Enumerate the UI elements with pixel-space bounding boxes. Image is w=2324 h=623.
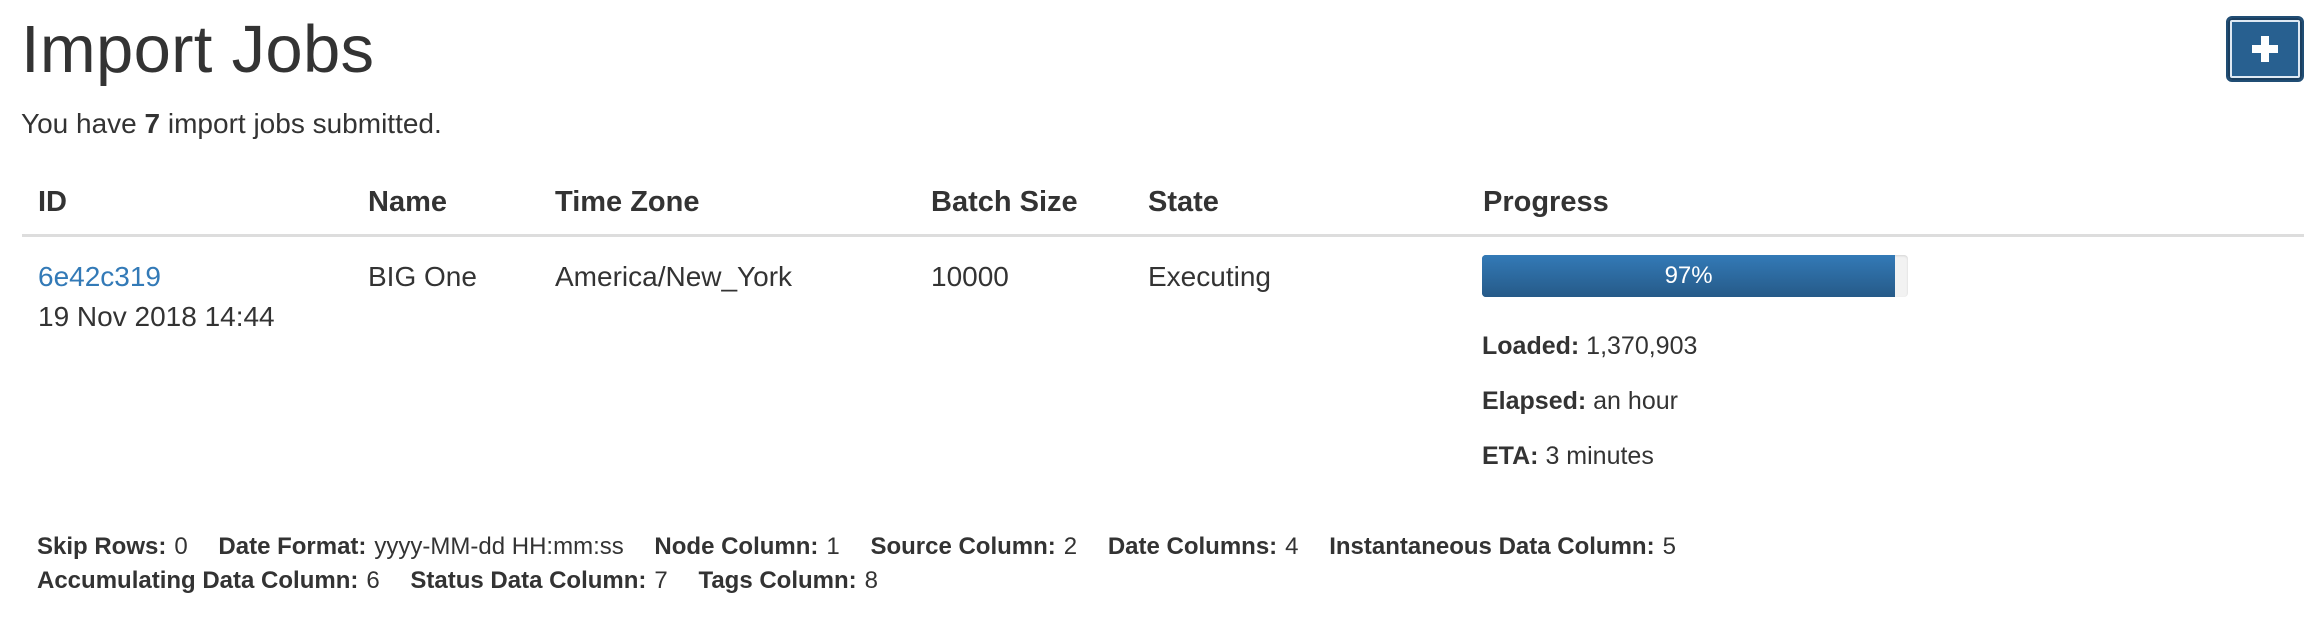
header-batch-size: Batch Size bbox=[931, 186, 1078, 218]
skip-rows-label: Skip Rows: bbox=[37, 533, 167, 560]
job-id-link[interactable]: 6e42c319 bbox=[38, 261, 161, 292]
job-timezone: America/New_York bbox=[555, 261, 793, 292]
loaded-label: Loaded: bbox=[1482, 332, 1580, 360]
accumulating-value: 6 bbox=[366, 567, 380, 594]
eta-label: ETA: bbox=[1482, 442, 1539, 470]
date-columns-value: 4 bbox=[1285, 533, 1299, 560]
eta-value: 3 minutes bbox=[1545, 442, 1654, 470]
date-columns-label: Date Columns: bbox=[1107, 533, 1278, 560]
instantaneous-data-column: Instantaneous Data Column: 5 bbox=[1329, 533, 1676, 560]
status-value: 7 bbox=[654, 567, 668, 594]
date-format-label: Date Format: bbox=[218, 533, 367, 560]
page-title: Import Jobs bbox=[21, 12, 375, 87]
job-progress-bar: 97% bbox=[1482, 255, 1908, 297]
loaded-value: 1,370,903 bbox=[1586, 332, 1698, 360]
job-loaded: Loaded: 1,370,903 bbox=[1482, 329, 1697, 363]
accumulating-label: Accumulating Data Column: bbox=[37, 567, 359, 594]
date-columns: Date Columns: 4 bbox=[1108, 533, 1299, 560]
header-state: State bbox=[1148, 186, 1219, 218]
header-timezone: Time Zone bbox=[555, 186, 700, 218]
source-column-value: 2 bbox=[1063, 533, 1078, 560]
header-progress: Progress bbox=[1483, 186, 1609, 218]
source-column-label: Source Column: bbox=[870, 533, 1056, 560]
job-config-details: Skip Rows: 0 Date Format: yyyy-MM-dd HH:mm… bbox=[37, 530, 2297, 598]
summary-suffix: import jobs submitted. bbox=[160, 108, 442, 139]
skip-rows-value: 0 bbox=[174, 533, 188, 560]
date-format: Date Format: yyyy-MM-dd HH:mm:ss bbox=[218, 533, 623, 560]
header-id: ID bbox=[38, 186, 67, 218]
tags-column: Tags Column: 8 bbox=[698, 567, 878, 594]
skip-rows: Skip Rows: 0 bbox=[37, 533, 188, 560]
tags-label: Tags Column: bbox=[698, 567, 857, 594]
header-name: Name bbox=[368, 186, 447, 218]
config-line-1: Skip Rows: 0 Date Format: yyyy-MM-dd HH:mm… bbox=[37, 530, 2297, 564]
add-import-job-button[interactable] bbox=[2226, 16, 2304, 82]
elapsed-label: Elapsed: bbox=[1482, 387, 1587, 415]
status-data-column: Status Data Column: 7 bbox=[410, 567, 667, 594]
config-line-2: Accumulating Data Column: 6 Status Data C… bbox=[37, 564, 2297, 598]
job-name: BIG One bbox=[368, 261, 477, 292]
date-format-value: yyyy-MM-dd HH:mm:ss bbox=[374, 533, 624, 560]
job-submitted-date: 19 Nov 2018 14:44 bbox=[38, 301, 275, 332]
accumulating-data-column: Accumulating Data Column: 6 bbox=[37, 567, 380, 594]
instantaneous-label: Instantaneous Data Column: bbox=[1329, 533, 1655, 560]
job-batch-size: 10000 bbox=[931, 261, 1009, 292]
node-column-label: Node Column: bbox=[654, 533, 819, 560]
table-row: 6e42c319 19 Nov 2018 14:44 BIG One Ameri… bbox=[22, 237, 2304, 487]
table-header: ID Name Time Zone Batch Size State Progr… bbox=[22, 172, 2304, 237]
plus-icon bbox=[2252, 36, 2278, 62]
source-column: Source Column: 2 bbox=[870, 533, 1077, 560]
job-eta: ETA: 3 minutes bbox=[1482, 439, 1654, 473]
tags-value: 8 bbox=[864, 567, 879, 594]
node-column: Node Column: 1 bbox=[654, 533, 839, 560]
status-label: Status Data Column: bbox=[410, 567, 647, 594]
import-jobs-table: ID Name Time Zone Batch Size State Progr… bbox=[22, 172, 2304, 487]
instantaneous-value: 5 bbox=[1662, 533, 1676, 560]
job-elapsed: Elapsed: an hour bbox=[1482, 384, 1678, 418]
job-state: Executing bbox=[1148, 261, 1271, 292]
elapsed-value: an hour bbox=[1593, 387, 1678, 415]
job-progress-fill: 97% bbox=[1482, 255, 1896, 297]
jobs-summary: You have 7 import jobs submitted. bbox=[21, 104, 442, 144]
node-column-value: 1 bbox=[826, 533, 840, 560]
summary-prefix: You have bbox=[21, 108, 145, 139]
jobs-count: 7 bbox=[144, 108, 161, 139]
